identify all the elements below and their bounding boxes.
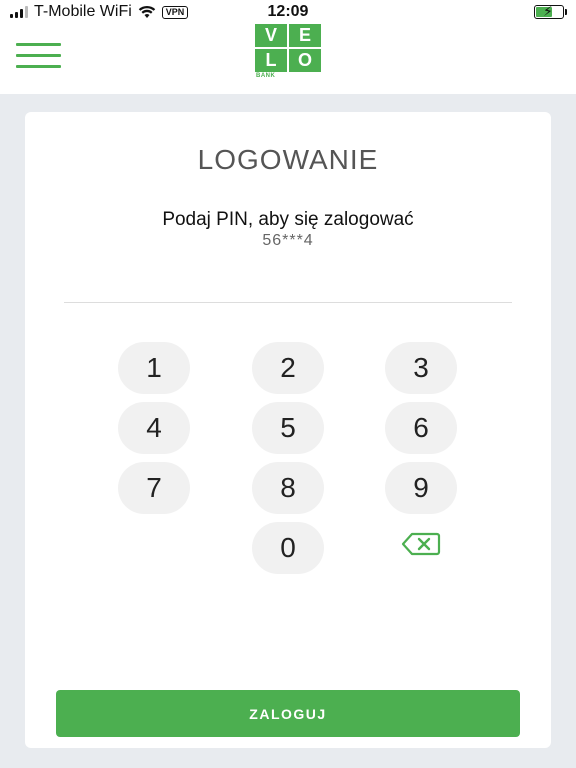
pin-key-2[interactable]: 2 [252, 342, 324, 394]
pin-key-7[interactable]: 7 [118, 462, 190, 514]
battery-charging-icon: ⚡ [534, 3, 567, 19]
pin-divider [64, 302, 512, 303]
pin-prompt: Podaj PIN, aby się zalogować [162, 209, 414, 230]
pin-key-5[interactable]: 5 [252, 402, 324, 454]
backspace-button[interactable] [385, 518, 457, 570]
logo-letter: E [289, 24, 321, 47]
page-title: LOGOWANIE [197, 144, 379, 175]
logo-letter: L [255, 49, 287, 72]
status-time: 12:09 [267, 3, 309, 20]
login-card: LOGOWANIE Podaj PIN, aby się zalogować 5… [25, 112, 551, 748]
hamburger-icon[interactable] [16, 43, 61, 69]
velo-bank-logo: V E L O BANK [255, 24, 321, 79]
pin-key-0[interactable]: 0 [252, 522, 324, 574]
pin-key-9[interactable]: 9 [385, 462, 457, 514]
pin-key-1[interactable]: 1 [118, 342, 190, 394]
status-bar: T-Mobile WiFi VPN 12:09 ⚡ [0, 0, 576, 24]
bolt-icon: ⚡ [543, 3, 553, 19]
pin-key-3[interactable]: 3 [385, 342, 457, 394]
app-header: V E L O BANK [0, 24, 576, 94]
pin-key-8[interactable]: 8 [252, 462, 324, 514]
pin-key-4[interactable]: 4 [118, 402, 190, 454]
logo-letter: V [255, 24, 287, 47]
backspace-icon [401, 532, 441, 556]
logo-letter: O [289, 49, 321, 72]
logo-subtitle: BANK [256, 73, 276, 79]
masked-account: 56***4 [262, 232, 314, 249]
pin-key-6[interactable]: 6 [385, 402, 457, 454]
login-button[interactable]: ZALOGUJ [56, 690, 520, 737]
